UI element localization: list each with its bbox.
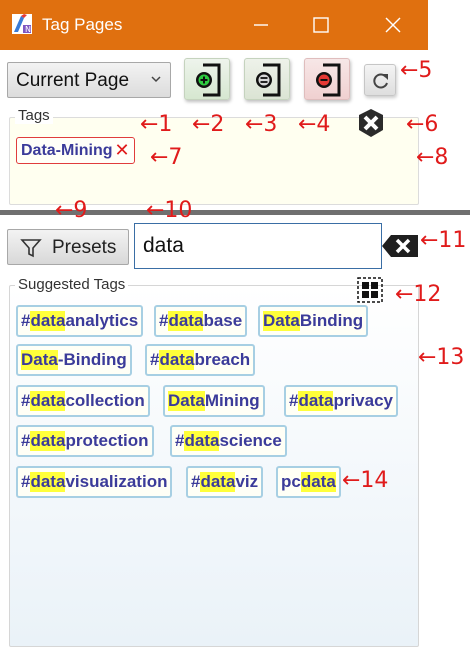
chip-suffix: analytics [65,311,139,330]
callout-14: ←14 [342,468,389,493]
chip-suffix: collection [65,391,145,410]
maximize-icon[interactable] [306,10,336,40]
chip-suffix: privacy [333,391,393,410]
callout-2: ←2 [192,112,225,137]
chip-prefix: # [21,391,31,410]
chip-prefix: # [159,311,169,330]
suggested-tag-chip[interactable]: # data viz [186,466,264,498]
page-tag[interactable]: Data-Mining ✕ [16,137,135,164]
chip-match: data [184,431,220,451]
remove-tag-icon [316,63,341,97]
clear-search-icon[interactable] [381,234,419,258]
callout-12: ←12 [395,282,442,307]
chip-match: data [298,391,334,411]
chip-prefix: # [21,311,31,330]
replace-tags-icon [256,63,281,97]
chip-suffix: science [219,431,282,450]
suggested-tag-chip[interactable]: # data base [154,305,248,337]
presets-label: Presets [52,237,117,258]
tags-section-label: Tags [15,107,53,124]
chip-suffix: viz [235,472,259,491]
close-icon[interactable] [378,10,408,40]
app-icon: N [12,14,32,34]
svg-text:N: N [25,25,31,34]
scope-dropdown[interactable]: Current Page [7,62,171,98]
suggested-tag-chip[interactable]: # data breach [145,344,256,376]
refresh-button[interactable] [364,64,396,96]
chip-prefix: # [175,431,185,450]
add-tag-icon [196,63,221,97]
chip-suffix: Binding [299,311,364,330]
suggested-tag-chip[interactable]: # data science [170,425,287,457]
window-title: Tag Pages [42,15,123,34]
replace-tags-button[interactable] [244,58,290,100]
chip-match: Data [21,350,58,370]
chip-match: data [300,472,336,492]
callout-3: ←3 [245,112,278,137]
chip-suffix: Mining [204,391,260,410]
callout-5: ←5 [400,58,433,83]
presets-button[interactable]: Presets [7,229,129,265]
add-tag-button[interactable] [184,58,230,100]
chip-match: data [200,472,236,492]
clear-tags-icon[interactable] [358,108,384,138]
callout-10: ←10 [146,198,193,223]
chip-match: Data [263,311,300,331]
suggested-tag-chip[interactable]: # data privacy [284,385,398,417]
chip-suffix: protection [65,431,149,450]
callout-8: ←8 [416,145,449,170]
chip-match: data [30,311,66,331]
chip-suffix: breach [194,350,251,369]
remove-tag-button[interactable] [304,58,350,100]
callout-6: ←6 [406,112,439,137]
chip-prefix: # [289,391,299,410]
page-tag-text: Data-Mining [21,141,113,159]
chip-prefix: # [21,431,31,450]
title-bar: N Tag Pages [0,0,428,50]
suggested-tag-chip[interactable]: pc data [276,466,341,498]
callout-1: ←1 [140,112,173,137]
chip-match: data [30,431,66,451]
chip-match: data [168,311,204,331]
chip-suffix: base [203,311,243,330]
chip-match: data [159,350,195,370]
chip-suffix: -Binding [57,350,127,369]
chip-prefix: # [191,472,201,491]
refresh-icon [373,73,388,89]
suggested-tag-chip[interactable]: Data Binding [258,305,369,337]
chip-match: data [30,472,66,492]
chip-suffix: visualization [65,472,168,491]
suggested-tag-chip[interactable]: # data analytics [16,305,144,337]
chip-match: Data [168,391,205,411]
remove-tag-x-icon[interactable]: ✕ [115,140,130,161]
chip-prefix: pc [281,472,301,491]
minimize-icon[interactable] [246,10,276,40]
suggested-tag-chip[interactable]: # data collection [16,385,150,417]
scope-dropdown-value: Current Page [16,70,130,91]
callout-11: ←11 [420,228,467,253]
chip-match: data [30,391,66,411]
filter-icon [20,239,42,258]
suggested-tag-chip[interactable]: # data visualization [16,466,173,498]
chevron-down-icon [151,76,161,83]
chip-prefix: # [150,350,160,369]
suggested-tag-chip[interactable]: Data -Binding [16,344,132,376]
callout-4: ←4 [298,112,331,137]
suggested-tag-chip[interactable]: Data Mining [163,385,265,417]
grid-select-icon[interactable] [357,277,383,303]
suggested-tags-label: Suggested Tags [15,276,129,293]
tag-search-input[interactable] [134,223,382,269]
suggested-tag-chip[interactable]: # data protection [16,425,154,457]
chip-prefix: # [21,472,31,491]
callout-13: ←13 [418,345,465,370]
callout-9: ←9 [55,198,88,223]
callout-7: ←7 [150,145,183,170]
